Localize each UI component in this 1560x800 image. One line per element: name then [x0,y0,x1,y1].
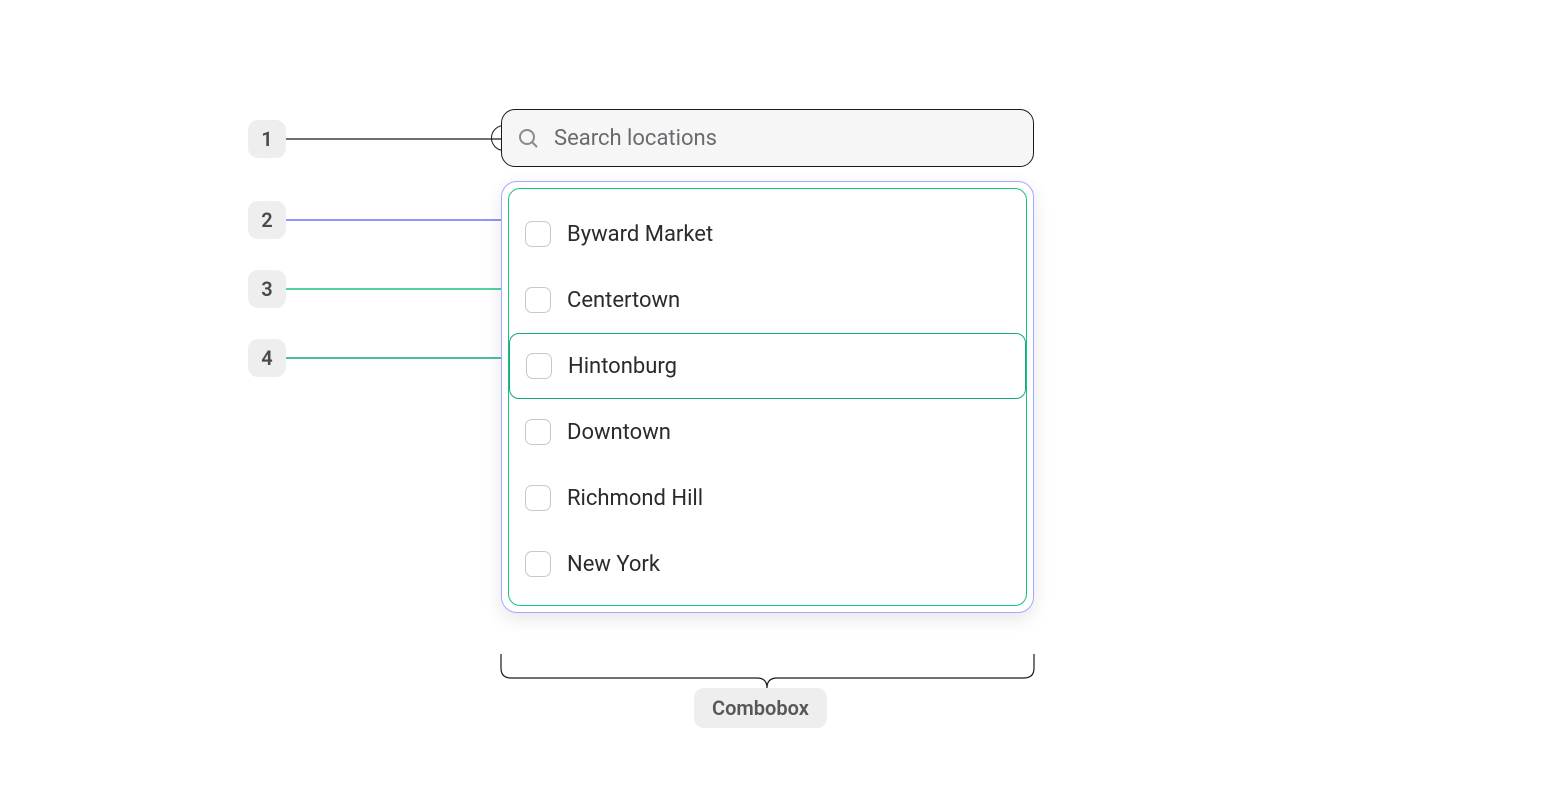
option-row[interactable]: Hintonburg [509,333,1026,399]
option-label: Centertown [567,288,680,313]
option-checkbox[interactable] [525,287,551,313]
popover: Byward Market Centertown Hintonburg Downtow… [501,181,1034,613]
annotation-badge-1: 1 [248,120,286,158]
listbox[interactable]: Byward Market Centertown Hintonburg Downtow… [508,188,1027,606]
option-label: Downtown [567,420,671,445]
annotation-badge-4: 4 [248,339,286,377]
annotation-badge-3: 3 [248,270,286,308]
search-placeholder: Search locations [554,126,717,151]
option-checkbox[interactable] [525,419,551,445]
option-label: Hintonburg [568,354,677,379]
option-row[interactable]: Centertown [509,267,1026,333]
option-label: Byward Market [567,222,713,247]
option-row[interactable]: New York [509,531,1026,597]
option-checkbox[interactable] [525,221,551,247]
annotation-badge-2: 2 [248,201,286,239]
search-textfield[interactable]: Search locations [501,109,1034,167]
component-caption: Combobox [694,688,827,728]
option-checkbox[interactable] [525,551,551,577]
option-checkbox[interactable] [525,485,551,511]
option-row[interactable]: Byward Market [509,201,1026,267]
option-label: New York [567,552,660,577]
option-label: Richmond Hill [567,486,703,511]
option-row[interactable]: Richmond Hill [509,465,1026,531]
option-row[interactable]: Downtown [509,399,1026,465]
search-icon [516,126,540,150]
option-checkbox[interactable] [526,353,552,379]
